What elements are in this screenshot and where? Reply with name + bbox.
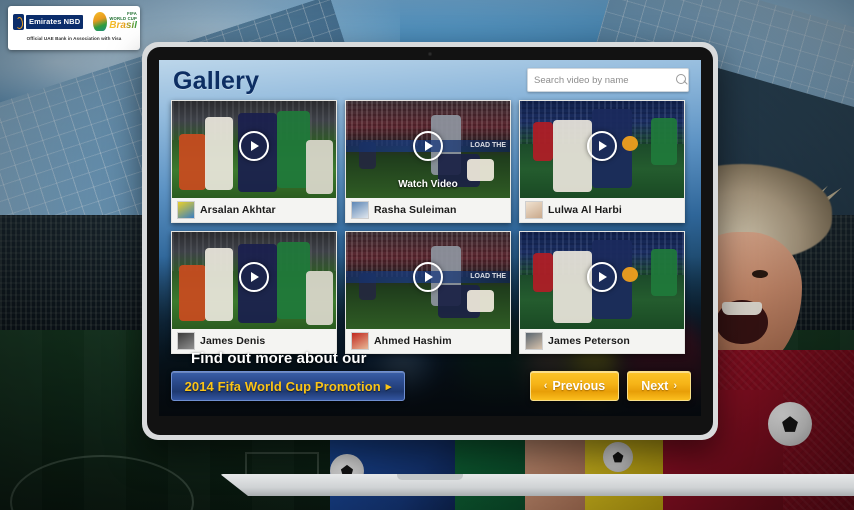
user-avatar [525,201,543,219]
video-card[interactable]: James Peterson [519,231,685,354]
app-footer: Find out more about our 2014 Fifa World … [159,344,701,416]
thumbnail-player-figure [204,247,233,322]
laptop-device: Gallery Arsalan Akhtar LOAD THE Watch Vide… [142,42,854,496]
fifa-world-cup-logo: FIFA WORLD CUP Brasil [109,12,138,31]
video-card[interactable]: Arsalan Akhtar [171,100,337,223]
fifa-trophy-icon [93,12,108,31]
video-grid: Arsalan Akhtar LOAD THE Watch Video Rasha S… [171,100,685,354]
thumbnail-player-figure [467,159,494,181]
thumbnail-player-figure [533,122,553,162]
thumbnail-player-figure [306,270,333,326]
laptop-base-notch [397,474,463,480]
search-input[interactable] [528,74,672,86]
watch-video-overlay-label: Watch Video [398,179,458,190]
app-header: Gallery [159,60,701,100]
video-thumbnail[interactable]: LOAD THE Watch Video [346,101,510,198]
thumbnail-player-figure [552,120,593,193]
video-thumbnail[interactable] [520,232,684,329]
video-thumbnail[interactable] [172,232,336,329]
thumbnail-player-figure [651,118,678,165]
play-icon[interactable] [239,261,269,292]
thumbnail-player-figure [178,264,207,322]
video-thumbnail[interactable]: LOAD THE [346,232,510,329]
video-thumbnail[interactable] [172,101,336,198]
badge-subtitle: Official UAE Bank in Association with Vi… [26,36,122,41]
video-thumbnail[interactable] [520,101,684,198]
thumbnail-player-figure [204,116,233,191]
footer-tagline: Find out more about our [191,350,367,367]
fan-open-mouth [716,300,768,344]
play-icon[interactable] [587,261,617,292]
emirates-nbd-name: Emirates NBD [26,14,84,29]
video-card[interactable]: LOAD THE Watch Video Rasha Suleiman [345,100,511,223]
video-card[interactable]: LOAD THE Ahmed Hashim [345,231,511,354]
promotion-button-label: 2014 Fifa World Cup Promotion [184,378,381,394]
previous-button[interactable]: ‹ Previous [529,371,620,401]
chevron-left-icon: ‹ [543,380,548,392]
fifa-brasil-label: Brasil [109,19,138,31]
thumbnail-player-figure [533,253,553,293]
thumbnail-player-figure [178,133,207,191]
thumbnail-player-figure [306,139,333,195]
video-card-meta: Lulwa Al Harbi [520,198,684,222]
chevron-right-icon: › [673,380,677,392]
football-icon-3 [768,402,812,446]
sponsor-badge: Emirates NBD FIFA WORLD CUP Brasil Offic… [8,6,140,50]
screenshot-stage: Emirates NBD FIFA WORLD CUP Brasil Offic… [0,0,854,510]
advertising-board-text: LOAD THE [470,272,506,280]
user-avatar [351,201,369,219]
play-icon[interactable] [587,130,617,161]
video-author-name: Rasha Suleiman [374,204,457,216]
thumbnail-player-figure [276,110,310,189]
video-card-meta: Rasha Suleiman [346,198,510,222]
play-icon[interactable] [413,130,443,161]
webcam-icon [428,52,432,56]
thumbnail-player-figure [651,249,678,296]
promotion-button[interactable]: 2014 Fifa World Cup Promotion ▸ [171,371,405,401]
thumbnail-player-figure [552,251,593,324]
next-button-label: Next [641,379,669,393]
previous-button-label: Previous [552,379,606,393]
promotion-arrow-icon: ▸ [385,380,392,393]
advertising-board-text: LOAD THE [470,141,506,149]
video-author-name: Arsalan Akhtar [200,204,276,216]
play-icon[interactable] [239,130,269,161]
thumbnail-player-figure [467,290,494,312]
video-card[interactable]: Lulwa Al Harbi [519,100,685,223]
gallery-app: Gallery Arsalan Akhtar LOAD THE Watch Vide… [159,60,701,416]
page-title: Gallery [173,67,260,95]
emirates-nbd-mark-icon [13,13,24,30]
search-icon[interactable] [672,70,692,90]
emirates-nbd-logo: Emirates NBD [13,13,84,30]
video-card[interactable]: James Denis [171,231,337,354]
video-card-meta: Arsalan Akhtar [172,198,336,222]
thumbnail-player-figure [276,241,310,320]
search-box[interactable] [527,68,689,92]
fan-eye-right [752,270,768,278]
laptop-base [220,474,854,496]
video-author-name: Lulwa Al Harbi [548,204,622,216]
football-icon-2 [603,442,633,472]
pagination-controls: ‹ Previous Next › [529,371,691,401]
laptop-lid: Gallery Arsalan Akhtar LOAD THE Watch Vide… [142,42,718,440]
next-button[interactable]: Next › [627,371,691,401]
play-icon[interactable] [413,261,443,292]
user-avatar [177,201,195,219]
laptop-screen: Gallery Arsalan Akhtar LOAD THE Watch Vide… [159,60,701,416]
